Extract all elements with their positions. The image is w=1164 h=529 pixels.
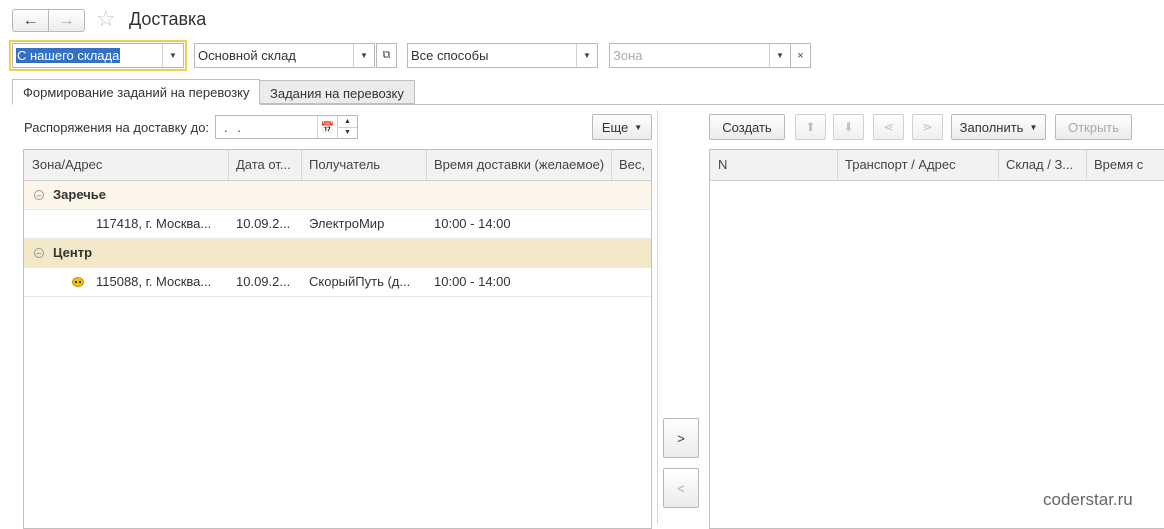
table-row[interactable]: 115088, г. Москва... 10.09.2... СкорыйПу… — [24, 268, 651, 297]
create-button[interactable]: Создать — [709, 114, 785, 140]
method-value: Все способы — [411, 48, 489, 63]
panel-divider — [657, 110, 658, 524]
tab-tasks[interactable]: Задания на перевозку — [259, 80, 415, 104]
chevron-down-icon: ▼ — [634, 122, 643, 132]
arrow-left-icon: ← — [22, 11, 39, 29]
tab-formation[interactable]: Формирование заданий на перевозку — [12, 79, 261, 105]
close-icon: × — [797, 49, 804, 62]
star-icon[interactable]: ☆ — [96, 6, 116, 32]
group-row-zarechye[interactable]: – Заречье — [24, 181, 651, 210]
forward-button[interactable]: → — [48, 9, 85, 32]
arrow-right-icon: → — [58, 11, 75, 29]
date-label: Распоряжения на доставку до: — [24, 120, 210, 135]
chevron-down-icon[interactable]: ▼ — [576, 44, 597, 67]
cell-recipient: ЭлектроМир — [309, 216, 385, 231]
tasks-table[interactable]: N Транспорт / Адрес Склад / З... Время с — [709, 149, 1164, 529]
warehouse-select[interactable]: Основной склад ▼ — [194, 43, 375, 68]
group-name: Центр — [53, 245, 93, 260]
table-row[interactable]: 117418, г. Москва... 10.09.2... ЭлектроМ… — [24, 210, 651, 239]
move-left-button[interactable]: < — [663, 468, 699, 508]
zone-select[interactable]: Зона ▼ — [609, 43, 791, 68]
method-select[interactable]: Все способы ▼ — [407, 43, 598, 68]
orders-table[interactable]: Зона/Адрес Дата от... Получатель Время д… — [23, 149, 652, 529]
back-button[interactable]: ← — [12, 9, 49, 32]
warehouse-value: Основной склад — [198, 48, 296, 63]
spin-down-icon[interactable]: ▼ — [338, 128, 357, 139]
column-time-from[interactable]: Время с — [1086, 150, 1164, 180]
source-value: С нашего склада — [16, 48, 121, 63]
move-up-icon[interactable]: ⬆ — [795, 114, 826, 140]
date-field[interactable]: . . 📅 ▲ ▼ — [215, 115, 358, 139]
zone-placeholder: Зона — [613, 48, 643, 63]
column-warehouse[interactable]: Склад / З... — [998, 150, 1087, 180]
spin-up-icon[interactable]: ▲ — [338, 116, 357, 128]
column-recipient[interactable]: Получатель — [301, 150, 427, 180]
chevron-down-icon[interactable]: ▼ — [162, 44, 183, 67]
column-weight[interactable]: Вес, — [611, 150, 651, 180]
column-transport-address[interactable]: Транспорт / Адрес — [837, 150, 999, 180]
column-date[interactable]: Дата от... — [228, 150, 302, 180]
date-value: . . — [224, 120, 244, 135]
cell-date: 10.09.2... — [236, 274, 291, 289]
fill-label: Заполнить — [959, 119, 1024, 135]
orders-table-header: Зона/Адрес Дата от... Получатель Время д… — [24, 150, 651, 181]
merge-icon[interactable]: ⋖ — [873, 114, 904, 140]
move-down-icon[interactable]: ⬇ — [833, 114, 864, 140]
group-name: Заречье — [53, 187, 106, 202]
cell-address: 117418, г. Москва... — [96, 216, 212, 231]
cell-time: 10:00 - 14:00 — [434, 274, 511, 289]
group-row-center[interactable]: – Центр — [24, 239, 651, 268]
fill-button[interactable]: Заполнить ▼ — [951, 114, 1046, 140]
more-label: Еще — [601, 119, 629, 135]
chevron-down-icon: ▼ — [1029, 122, 1038, 132]
cell-address: 115088, г. Москва... — [96, 274, 212, 289]
column-zone-address[interactable]: Зона/Адрес — [24, 150, 229, 180]
chevron-down-icon[interactable]: ▼ — [769, 44, 790, 67]
chevron-down-icon[interactable]: ▼ — [353, 44, 374, 67]
cell-time: 10:00 - 14:00 — [434, 216, 511, 231]
cell-recipient: СкорыйПуть (д... — [309, 274, 411, 289]
column-number[interactable]: N — [710, 150, 838, 180]
collapse-icon[interactable]: – — [34, 248, 44, 258]
clear-zone-button[interactable]: × — [790, 43, 811, 68]
open-button[interactable]: Открыть — [1055, 114, 1132, 140]
split-icon[interactable]: ⋗ — [912, 114, 943, 140]
more-button[interactable]: Еще ▼ — [592, 114, 652, 140]
date-spinner[interactable]: ▲ ▼ — [337, 116, 357, 138]
column-delivery-time[interactable]: Время доставки (желаемое) — [426, 150, 612, 180]
cell-date: 10.09.2... — [236, 216, 291, 231]
open-form-icon: ⧉ — [382, 49, 391, 61]
taxi-icon — [72, 277, 84, 287]
tasks-table-header: N Транспорт / Адрес Склад / З... Время с — [710, 150, 1164, 181]
move-right-button[interactable]: > — [663, 418, 699, 458]
source-select[interactable]: С нашего склада ▼ — [9, 40, 187, 71]
page-title: Доставка — [129, 9, 207, 29]
watermark: coderstar.ru — [1043, 490, 1133, 509]
calendar-icon[interactable]: 📅 — [317, 116, 337, 138]
collapse-icon[interactable]: – — [34, 190, 44, 200]
open-warehouse-button[interactable]: ⧉ — [376, 43, 397, 68]
